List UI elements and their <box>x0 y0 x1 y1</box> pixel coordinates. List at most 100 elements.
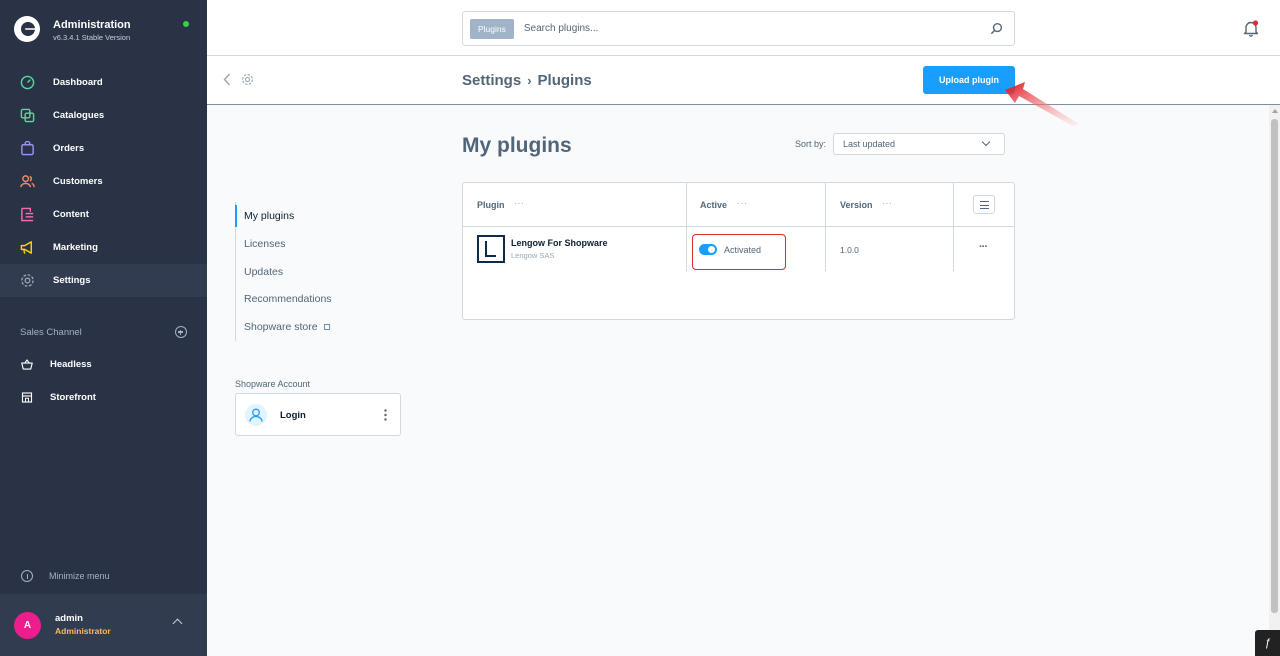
grid-settings-line <box>980 201 989 203</box>
sales-channel-header: Sales Channel <box>20 326 187 338</box>
side-link-updates[interactable]: Updates <box>236 258 332 286</box>
sort-select[interactable]: Last updated <box>833 133 1005 155</box>
plugin-version: 1.0.0 <box>840 245 859 255</box>
user-role: Administrator <box>55 626 111 636</box>
user-avatar-icon <box>245 404 267 426</box>
plugin-name: Lengow For Shopware <box>511 238 608 248</box>
nav-label: Content <box>53 209 89 220</box>
scrollbar-thumb[interactable] <box>1271 119 1278 613</box>
breadcrumb-settings[interactable]: Settings <box>462 72 521 89</box>
page-title: My plugins <box>462 134 572 157</box>
gear-icon <box>242 74 253 85</box>
sales-channel-item-storefront[interactable]: Storefront <box>0 381 207 414</box>
settings-gear-icon <box>20 273 35 288</box>
online-status-dot <box>183 21 189 27</box>
avatar: A <box>14 611 41 639</box>
sort-value: Last updated <box>843 139 896 149</box>
grid-settings-button[interactable] <box>973 195 995 214</box>
nav-item-dashboard[interactable]: Dashboard <box>0 66 207 99</box>
nav-label: Dashboard <box>53 77 103 88</box>
breadcrumb-plugins: Plugins <box>537 72 592 89</box>
sales-channel-label: Headless <box>50 359 92 370</box>
chevron-up-icon[interactable] <box>172 618 183 629</box>
search-input[interactable] <box>523 23 964 34</box>
nav-item-marketing[interactable]: Marketing <box>0 231 207 264</box>
nav-item-orders[interactable]: Orders <box>0 132 207 165</box>
nav-label: Catalogues <box>53 110 105 121</box>
external-link-icon <box>323 324 330 331</box>
side-link-my-plugins[interactable]: My plugins <box>235 202 332 230</box>
user-menu[interactable]: A admin Administrator <box>0 594 207 656</box>
side-link-recommendations[interactable]: Recommendations <box>236 285 332 313</box>
plugin-vendor: Lengow SAS <box>511 251 555 260</box>
upload-plugin-button[interactable]: Upload plugin <box>923 66 1015 94</box>
column-menu-icon[interactable]: ··· <box>514 198 525 208</box>
account-label: Shopware Account <box>235 379 311 389</box>
kebab-menu-icon[interactable] <box>384 409 387 421</box>
grid-header: Plugin ··· Active ··· Version ··· <box>463 183 1014 227</box>
sidebar: Administration v6.3.4.1 Stable Version D… <box>0 0 207 656</box>
grid-settings-line <box>980 208 989 210</box>
marketing-megaphone-icon <box>20 240 35 255</box>
minimize-menu-button[interactable]: Minimize menu <box>21 570 110 582</box>
account-card[interactable]: Login <box>235 393 401 436</box>
nav-item-catalogues[interactable]: Catalogues <box>0 99 207 132</box>
symfony-toolbar-icon[interactable]: ƒ <box>1255 630 1280 656</box>
sales-channel-list: Headless Storefront <box>0 348 207 414</box>
column-divider <box>686 183 687 271</box>
nav-item-customers[interactable]: Customers <box>0 165 207 198</box>
top-bar: Plugins <box>207 0 1280 56</box>
side-link-label: Shopware store <box>244 321 318 333</box>
smart-bar: Settings › Plugins Upload plugin <box>207 56 1280 105</box>
sales-channel-title: Sales Channel <box>20 326 82 338</box>
side-link-shopware-store[interactable]: Shopware store <box>236 313 332 341</box>
orders-bag-icon <box>20 141 35 156</box>
sales-channel-item-headless[interactable]: Headless <box>0 348 207 381</box>
breadcrumb: Settings › Plugins <box>462 72 592 89</box>
plugin-side-menu: My plugins Licenses Updates Recommendati… <box>235 202 332 341</box>
user-name: admin <box>55 613 83 624</box>
info-circle-icon <box>21 570 33 582</box>
nav-label: Orders <box>53 143 85 154</box>
scroll-up-arrow-icon[interactable] <box>1272 109 1278 113</box>
notification-bell-icon[interactable] <box>1243 20 1259 37</box>
add-sales-channel-icon[interactable] <box>175 326 187 338</box>
side-link-licenses[interactable]: Licenses <box>236 230 332 258</box>
search-type-badge[interactable]: Plugins <box>470 18 514 39</box>
lengow-logo-icon <box>477 235 505 263</box>
search-bar[interactable]: Plugins <box>462 11 1015 46</box>
shopware-logo-icon <box>14 16 40 42</box>
customers-icon <box>20 174 35 189</box>
storefront-icon <box>21 390 33 405</box>
nav-label: Settings <box>53 275 91 286</box>
breadcrumb-separator: › <box>527 73 532 88</box>
brand-version: v6.3.4.1 Stable Version <box>53 33 131 42</box>
sort-label: Sort by: <box>795 139 827 149</box>
nav-item-settings[interactable]: Settings <box>0 264 207 297</box>
nav-label: Customers <box>53 176 103 187</box>
column-header-active[interactable]: Active <box>700 200 727 210</box>
chevron-down-icon <box>981 137 991 147</box>
catalogues-icon <box>20 108 35 123</box>
nav-label: Marketing <box>53 242 98 253</box>
login-link[interactable]: Login <box>280 410 306 421</box>
search-icon[interactable] <box>990 22 1003 35</box>
nav-item-content[interactable]: Content <box>0 198 207 231</box>
basket-icon <box>21 357 33 372</box>
brand-title: Administration <box>53 19 131 31</box>
red-pointer-arrow-icon <box>1005 82 1079 126</box>
minimize-label: Minimize menu <box>49 571 110 581</box>
back-arrow-icon[interactable] <box>223 73 231 86</box>
dashboard-gauge-icon <box>20 75 35 90</box>
active-toggle[interactable] <box>699 244 717 255</box>
column-header-version[interactable]: Version <box>840 200 873 210</box>
row-action-menu-icon[interactable]: ··· <box>979 241 988 253</box>
column-menu-icon[interactable]: ··· <box>882 198 893 208</box>
column-divider <box>953 183 954 271</box>
main-nav: Dashboard Catalogues Orders Customers Co… <box>0 66 207 297</box>
column-menu-icon[interactable]: ··· <box>737 198 748 208</box>
brand: Administration v6.3.4.1 Stable Version <box>14 14 131 43</box>
column-header-plugin[interactable]: Plugin <box>477 200 505 210</box>
scrollbar[interactable] <box>1269 105 1280 656</box>
column-divider <box>825 183 826 271</box>
